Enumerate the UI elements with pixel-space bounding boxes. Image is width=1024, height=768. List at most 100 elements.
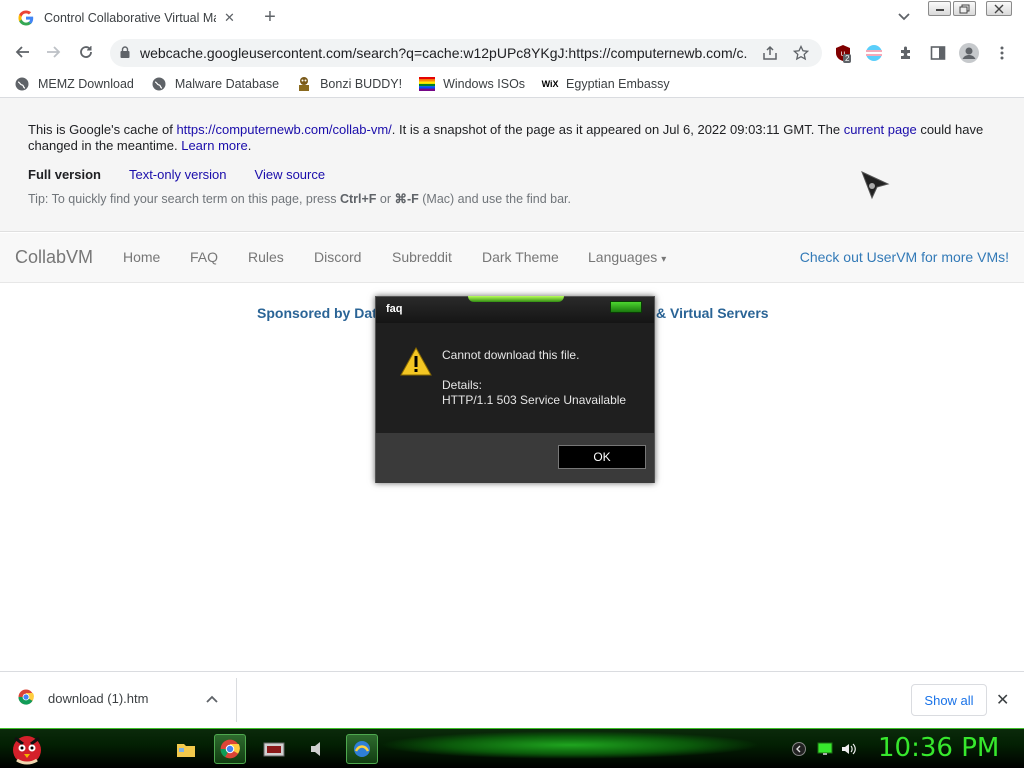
warning-icon [400, 346, 432, 377]
nav-home[interactable]: Home [123, 249, 160, 265]
full-version-label: Full version [28, 167, 101, 182]
windows-flag-icon [419, 76, 436, 92]
tray-chevron-icon[interactable] [791, 741, 807, 757]
dialog-titlebar[interactable]: faq [376, 296, 654, 323]
shelf-close-icon[interactable]: ✕ [996, 690, 1009, 710]
nav-dark-theme[interactable]: Dark Theme [482, 249, 559, 265]
taskbar-clock[interactable]: 10:36 PM [878, 733, 999, 763]
error-message: Cannot download this file. [442, 348, 580, 362]
uservm-link[interactable]: Check out UserVM for more VMs! [800, 249, 1009, 265]
restore-button[interactable] [953, 1, 976, 16]
lock-icon[interactable] [120, 45, 130, 61]
tip-shortcut: Ctrl+F [339, 192, 377, 206]
bookmark-label: Malware Database [174, 76, 280, 91]
dialog-close-button[interactable] [610, 301, 642, 313]
cache-notice: This is Google's cache of https://comput… [28, 122, 998, 154]
url-text: webcache.googleusercontent.com/search?q=… [140, 45, 748, 61]
bookmarks-bar: MEMZ Download Malware Database Bonzi BUD… [0, 70, 1024, 98]
bookmark-malware-database[interactable]: Malware Database [151, 76, 279, 92]
learn-more-link[interactable]: Learn more [181, 138, 247, 153]
sponsor-text-left[interactable]: Sponsored by Dat [257, 305, 377, 321]
download-item[interactable]: download (1).htm [18, 689, 148, 708]
show-all-button[interactable]: Show all [911, 684, 987, 716]
tip-text: (Mac) and use the find bar. [418, 192, 571, 206]
trans-flag-extension-icon[interactable] [863, 42, 885, 64]
address-bar[interactable]: webcache.googleusercontent.com/search?q=… [110, 39, 822, 67]
error-dialog: faq Cannot download this file. Details: … [375, 296, 655, 483]
share-icon[interactable] [762, 45, 778, 64]
taskbar-chrome-icon[interactable] [214, 734, 246, 764]
dialog-message: Cannot download this file. Details: HTTP… [442, 348, 626, 408]
nav-languages[interactable]: Languages ▾ [588, 249, 666, 265]
profile-avatar-icon[interactable] [958, 42, 980, 64]
extension-badge: 2 [843, 54, 852, 63]
side-panel-icon[interactable] [927, 42, 949, 64]
bookmark-egyptian-embassy[interactable]: WiX Egyptian Embassy [542, 76, 670, 92]
tab-search-chevron-icon[interactable] [894, 7, 914, 27]
text-only-version-link[interactable]: Text-only version [129, 167, 227, 182]
tab-strip: Control Collaborative Virtual Ma ✕ + [0, 0, 1024, 34]
collabvm-navbar: CollabVM Home FAQ Rules Discord Subreddi… [0, 233, 1024, 283]
collabvm-brand[interactable]: CollabVM [15, 247, 93, 268]
nav-subreddit[interactable]: Subreddit [392, 249, 452, 265]
tab-close-icon[interactable]: ✕ [224, 10, 235, 26]
sponsor-text-right[interactable]: & Virtual Servers [656, 305, 769, 321]
start-angry-bird-icon[interactable] [6, 728, 48, 768]
taskbar: 10:36 PM [0, 728, 1024, 768]
taskbar-glow [380, 731, 760, 759]
cache-text: . [247, 138, 252, 153]
tip-text: Tip: To quickly find your search term on… [28, 192, 340, 206]
chevron-up-icon[interactable] [206, 691, 218, 706]
nav-rules[interactable]: Rules [248, 249, 284, 265]
bookmark-label: Windows ISOs [443, 76, 526, 91]
google-cache-header: This is Google's cache of https://comput… [0, 98, 1024, 232]
tip-shortcut: ⌘-F [394, 192, 419, 206]
extensions-puzzle-icon[interactable] [895, 42, 917, 64]
forward-arrow-icon[interactable] [42, 40, 66, 64]
ok-button[interactable]: OK [558, 445, 646, 469]
details-label: Details: [442, 378, 483, 392]
tray-volume-icon[interactable] [841, 741, 857, 757]
taskbar-explorer-icon[interactable] [170, 734, 202, 764]
wix-icon: WiX [541, 78, 559, 89]
cache-url-link[interactable]: https://computernewb.com/collab-vm/ [176, 122, 391, 137]
ublock-extension-icon[interactable]: u 2 [832, 42, 854, 64]
view-source-link[interactable]: View source [255, 167, 326, 182]
menu-kebab-icon[interactable] [991, 42, 1013, 64]
nav-faq[interactable]: FAQ [190, 249, 218, 265]
bonzi-icon [296, 76, 312, 92]
caret-down-icon: ▾ [661, 254, 667, 265]
titlebar-glow [468, 296, 564, 302]
shelf-divider [236, 678, 237, 722]
current-page-link[interactable]: current page [844, 122, 917, 137]
chrome-file-icon [18, 689, 34, 708]
tray-network-icon[interactable] [817, 741, 833, 757]
nav-discord[interactable]: Discord [314, 249, 361, 265]
back-arrow-icon[interactable] [10, 40, 34, 64]
globe-icon [14, 76, 30, 92]
bookmark-bonzi-buddy[interactable]: Bonzi BUDDY! [296, 76, 402, 92]
bookmark-memz[interactable]: MEMZ Download [14, 76, 134, 92]
new-tab-button[interactable]: + [258, 5, 282, 29]
dialog-title: faq [386, 303, 403, 315]
bookmark-windows-isos[interactable]: Windows ISOs [419, 76, 525, 92]
bookmark-label: MEMZ Download [38, 76, 134, 91]
reload-icon[interactable] [74, 40, 98, 64]
taskbar-network-app-icon[interactable] [346, 734, 378, 764]
globe-icon [151, 76, 167, 92]
find-tip: Tip: To quickly find your search term on… [28, 191, 571, 206]
mouse-cursor-icon [860, 170, 890, 203]
cache-text: . It is a snapshot of the page as it app… [391, 122, 844, 137]
version-links: Full version Text-only version View sour… [28, 167, 353, 182]
tab-title: Control Collaborative Virtual Ma [44, 10, 216, 25]
minimize-button[interactable] [928, 1, 951, 16]
bookmark-star-icon[interactable] [792, 44, 810, 64]
taskbar-media-center-icon[interactable] [258, 734, 290, 764]
cache-text: This is Google's cache of [28, 122, 177, 137]
download-shelf: download (1).htm Show all ✕ [0, 671, 1024, 728]
tip-text: or [376, 192, 395, 206]
taskbar-volume-app-icon[interactable] [302, 734, 334, 764]
browser-tab[interactable]: Control Collaborative Virtual Ma ✕ [8, 2, 248, 34]
close-window-button[interactable] [986, 1, 1012, 16]
details-text: HTTP/1.1 503 Service Unavailable [442, 393, 627, 407]
